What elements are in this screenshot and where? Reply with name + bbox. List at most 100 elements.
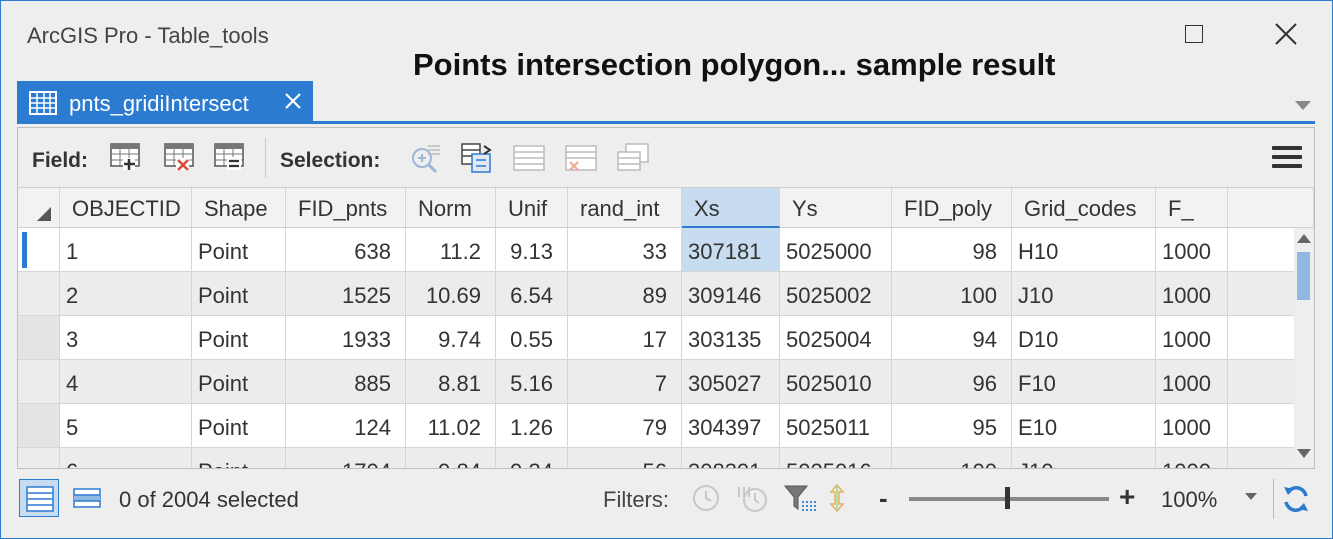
- table-row[interactable]: 6Point17049.849.34563083915025016100J101…: [18, 448, 1298, 468]
- column-header-unif[interactable]: Unif: [496, 188, 568, 228]
- vertical-scrollbar[interactable]: [1294, 228, 1314, 468]
- cell-f[interactable]: 1000: [1156, 316, 1228, 360]
- cell-unif[interactable]: 6.54: [496, 272, 568, 316]
- cell-norm[interactable]: 9.74: [406, 316, 496, 360]
- cell-objectid[interactable]: 4: [60, 360, 192, 404]
- cell-rand-int[interactable]: 56: [568, 448, 682, 468]
- show-selected-records-button[interactable]: [67, 479, 107, 517]
- tab-overflow-icon[interactable]: [1295, 101, 1311, 111]
- cell-f[interactable]: 1000: [1156, 228, 1228, 272]
- row-selector[interactable]: [18, 316, 60, 360]
- cell-grid-codes[interactable]: E10: [1012, 404, 1156, 448]
- zoom-out-button[interactable]: -: [879, 483, 888, 514]
- tab-pnts-gridiintersect[interactable]: pnts_gridiIntersect: [17, 81, 313, 123]
- cell-norm[interactable]: 9.84: [406, 448, 496, 468]
- cell-ys[interactable]: 5025002: [780, 272, 892, 316]
- cell-unif[interactable]: 9.13: [496, 228, 568, 272]
- cell-xs[interactable]: 308391: [682, 448, 780, 468]
- zoom-slider-thumb[interactable]: [1005, 487, 1010, 509]
- column-header-objectid[interactable]: OBJECTID: [60, 188, 192, 228]
- scroll-down-icon[interactable]: [1296, 448, 1312, 460]
- cell-rand-int[interactable]: 89: [568, 272, 682, 316]
- zoom-to-selection-icon[interactable]: [408, 142, 442, 174]
- cell-objectid[interactable]: 2: [60, 272, 192, 316]
- delete-field-icon[interactable]: [164, 142, 196, 172]
- table-row[interactable]: 1 Point 638 11.2 9.13 33 307181 5025000 98 H10 100…: [18, 228, 1298, 272]
- cell-norm[interactable]: 8.81: [406, 360, 496, 404]
- cell-shape[interactable]: Point: [192, 316, 286, 360]
- row-selector[interactable]: [18, 360, 60, 404]
- cell-fid-pnts[interactable]: 1704: [286, 448, 406, 468]
- zoom-level[interactable]: 100%: [1161, 487, 1217, 513]
- close-tab-icon[interactable]: [283, 91, 303, 111]
- add-field-icon[interactable]: [110, 142, 142, 172]
- time-filter-icon[interactable]: [691, 483, 721, 513]
- range-filter-icon[interactable]: [735, 483, 769, 513]
- cell-objectid[interactable]: 3: [60, 316, 192, 360]
- column-header-shape[interactable]: Shape: [192, 188, 286, 228]
- cell-xs[interactable]: 309146: [682, 272, 780, 316]
- cell-xs[interactable]: 305027: [682, 360, 780, 404]
- cell-ys[interactable]: 5025000: [780, 228, 892, 272]
- cell-xs[interactable]: 307181: [682, 228, 780, 272]
- cell-rand-int[interactable]: 17: [568, 316, 682, 360]
- cell-f[interactable]: 1000: [1156, 272, 1228, 316]
- column-header-xs[interactable]: Xs: [682, 188, 780, 228]
- cell-xs[interactable]: 303135: [682, 316, 780, 360]
- cell-fid-poly[interactable]: 96: [892, 360, 1012, 404]
- delete-selected-icon[interactable]: [564, 142, 598, 174]
- cell-ys[interactable]: 5025011: [780, 404, 892, 448]
- cell-fid-pnts[interactable]: 885: [286, 360, 406, 404]
- column-header-grid-codes[interactable]: Grid_codes: [1012, 188, 1156, 228]
- cell-f[interactable]: 1000: [1156, 404, 1228, 448]
- cell-norm[interactable]: 11.02: [406, 404, 496, 448]
- menu-icon[interactable]: [1272, 146, 1302, 172]
- column-header-rand-int[interactable]: rand_int: [568, 188, 682, 228]
- scroll-up-icon[interactable]: [1296, 232, 1312, 244]
- scrollbar-thumb[interactable]: [1297, 252, 1310, 300]
- cell-objectid[interactable]: 5: [60, 404, 192, 448]
- cell-objectid[interactable]: 6: [60, 448, 192, 468]
- cell-fid-pnts[interactable]: 1525: [286, 272, 406, 316]
- cell-unif[interactable]: 9.34: [496, 448, 568, 468]
- cell-grid-codes[interactable]: J10: [1012, 272, 1156, 316]
- select-all-corner[interactable]: [18, 188, 60, 228]
- cell-unif[interactable]: 0.55: [496, 316, 568, 360]
- table-row[interactable]: 2 Point 1525 10.69 6.54 89 309146 5025002 100 J10…: [18, 272, 1298, 316]
- cell-grid-codes[interactable]: D10: [1012, 316, 1156, 360]
- row-selector[interactable]: [18, 404, 60, 448]
- cell-fid-poly[interactable]: 94: [892, 316, 1012, 360]
- cell-fid-poly[interactable]: 98: [892, 228, 1012, 272]
- switch-selection-icon[interactable]: [460, 142, 494, 174]
- copy-selected-icon[interactable]: [616, 142, 650, 174]
- maximize-button[interactable]: [1179, 19, 1209, 49]
- cell-grid-codes[interactable]: F10: [1012, 360, 1156, 404]
- column-header-ys[interactable]: Ys: [780, 188, 892, 228]
- row-selector[interactable]: [18, 448, 60, 468]
- cell-shape[interactable]: Point: [192, 228, 286, 272]
- cell-rand-int[interactable]: 79: [568, 404, 682, 448]
- cell-grid-codes[interactable]: H10: [1012, 228, 1156, 272]
- cell-rand-int[interactable]: 7: [568, 360, 682, 404]
- cell-shape[interactable]: Point: [192, 404, 286, 448]
- cell-fid-pnts[interactable]: 638: [286, 228, 406, 272]
- cell-ys[interactable]: 5025004: [780, 316, 892, 360]
- cell-objectid[interactable]: 1: [60, 228, 192, 272]
- cell-shape[interactable]: Point: [192, 448, 286, 468]
- cell-shape[interactable]: Point: [192, 360, 286, 404]
- cell-unif[interactable]: 1.26: [496, 404, 568, 448]
- zoom-dropdown-icon[interactable]: [1245, 493, 1257, 501]
- definition-query-filter-icon[interactable]: [783, 483, 819, 513]
- cell-fid-pnts[interactable]: 1933: [286, 316, 406, 360]
- close-window-button[interactable]: [1271, 19, 1301, 49]
- cell-rand-int[interactable]: 33: [568, 228, 682, 272]
- cell-fid-poly[interactable]: 100: [892, 272, 1012, 316]
- column-header-norm[interactable]: Norm: [406, 188, 496, 228]
- cell-ys[interactable]: 5025016: [780, 448, 892, 468]
- row-selector[interactable]: [18, 228, 60, 272]
- extent-filter-icon[interactable]: [827, 483, 847, 513]
- column-header-f[interactable]: F_: [1156, 188, 1228, 228]
- cell-f[interactable]: 1000: [1156, 448, 1228, 468]
- calculate-field-icon[interactable]: [214, 142, 246, 172]
- table-row[interactable]: 5 Point 124 11.02 1.26 79 304397 5025011 95 E10 10…: [18, 404, 1298, 448]
